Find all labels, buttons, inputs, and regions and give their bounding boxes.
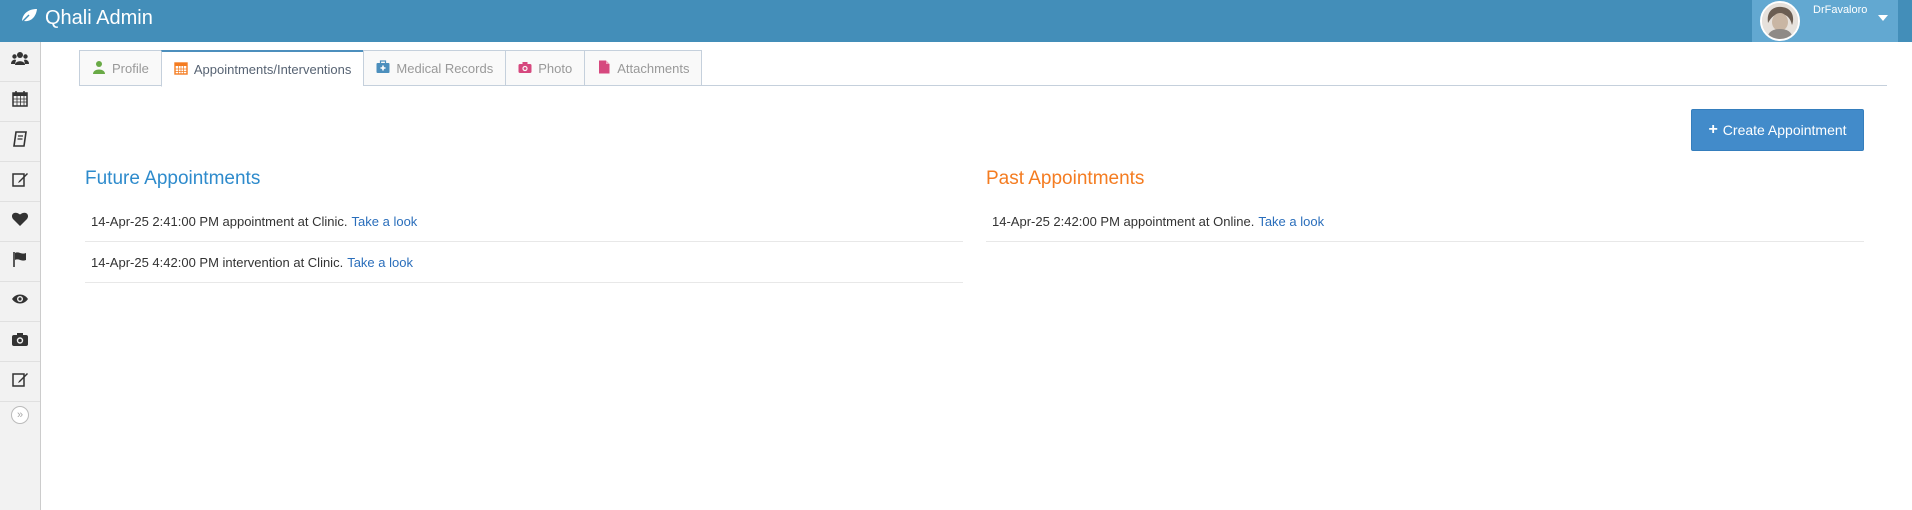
tab-profile[interactable]: Profile bbox=[79, 50, 161, 86]
top-navbar: Qhali Admin DrFavaloro bbox=[0, 0, 1912, 42]
sidebar-item-notes[interactable] bbox=[0, 362, 40, 402]
tab-label: Appointments/Interventions bbox=[193, 61, 352, 77]
plus-icon: + bbox=[1708, 121, 1718, 138]
tab-label: Attachments bbox=[617, 60, 690, 76]
take-a-look-link[interactable]: Take a look bbox=[352, 214, 418, 229]
sidebar-item-view[interactable] bbox=[0, 282, 40, 322]
tab-appointments[interactable]: Appointments/Interventions bbox=[160, 50, 364, 87]
tab-label: Medical Records bbox=[396, 60, 494, 76]
tab-medical-records[interactable]: Medical Records bbox=[363, 50, 506, 86]
create-appointment-label: Create Appointment bbox=[1722, 122, 1847, 138]
list-item: 14-Apr-25 2:42:00 PM appointment at Onli… bbox=[986, 201, 1864, 242]
book-icon bbox=[11, 130, 29, 153]
users-icon bbox=[11, 50, 29, 73]
tab-photo[interactable]: Photo bbox=[505, 50, 585, 86]
list-item: 14-Apr-25 2:41:00 PM appointment at Clin… bbox=[85, 201, 963, 242]
sidebar-item-calendar[interactable] bbox=[0, 82, 40, 122]
take-a-look-link[interactable]: Take a look bbox=[347, 255, 413, 270]
camera-icon bbox=[11, 330, 29, 353]
appointment-text: 14-Apr-25 4:42:00 PM intervention at Cli… bbox=[91, 254, 344, 270]
camera-icon bbox=[518, 60, 532, 77]
user-menu[interactable]: DrFavaloro bbox=[1752, 0, 1898, 42]
appointment-text: 14-Apr-25 2:42:00 PM appointment at Onli… bbox=[992, 213, 1255, 229]
sidebar-item-photo[interactable] bbox=[0, 322, 40, 362]
sidebar-collapse: » bbox=[0, 402, 40, 428]
past-appointments-title: Past Appointments bbox=[986, 168, 1145, 189]
sidebar-item-health[interactable] bbox=[0, 202, 40, 242]
calendar-icon bbox=[174, 61, 188, 78]
medkit-icon bbox=[376, 59, 390, 77]
sidebar-item-users[interactable] bbox=[0, 42, 40, 82]
brand[interactable]: Qhali Admin bbox=[20, 0, 153, 36]
tab-bar: Profile Appointments/Interventions Medic… bbox=[79, 50, 703, 87]
sidebar-item-flags[interactable] bbox=[0, 242, 40, 282]
chevron-down-icon bbox=[1878, 15, 1888, 21]
double-chevron-right-icon[interactable]: » bbox=[11, 406, 29, 424]
calendar-icon bbox=[11, 90, 29, 113]
edit-icon bbox=[11, 170, 29, 193]
past-appointments-panel: Past Appointments 14-Apr-25 2:42:00 PM a… bbox=[986, 168, 1864, 242]
sidebar: » bbox=[0, 42, 41, 510]
sidebar-item-edit[interactable] bbox=[0, 162, 40, 202]
list-item: 14-Apr-25 4:42:00 PM intervention at Cli… bbox=[85, 242, 963, 283]
eye-icon bbox=[11, 290, 29, 313]
tab-label: Photo bbox=[538, 60, 573, 76]
future-appointments-title: Future Appointments bbox=[85, 168, 261, 189]
tab-label: Profile bbox=[112, 60, 149, 76]
user-icon bbox=[92, 60, 106, 77]
flag-icon bbox=[11, 250, 29, 273]
user-name: DrFavaloro bbox=[1813, 4, 1868, 16]
take-a-look-link[interactable]: Take a look bbox=[1258, 214, 1324, 229]
leaf-icon bbox=[20, 8, 38, 29]
app-title: Qhali Admin bbox=[45, 6, 153, 29]
file-icon bbox=[597, 60, 611, 77]
future-appointments-panel: Future Appointments 14-Apr-25 2:41:00 PM… bbox=[85, 168, 963, 283]
tab-attachments[interactable]: Attachments bbox=[584, 50, 703, 86]
heart-icon bbox=[11, 210, 29, 233]
edit-icon bbox=[11, 370, 29, 393]
appointment-text: 14-Apr-25 2:41:00 PM appointment at Clin… bbox=[91, 213, 348, 229]
sidebar-item-records[interactable] bbox=[0, 122, 40, 162]
avatar bbox=[1760, 1, 1800, 41]
create-appointment-button[interactable]: + Create Appointment bbox=[1691, 109, 1864, 151]
